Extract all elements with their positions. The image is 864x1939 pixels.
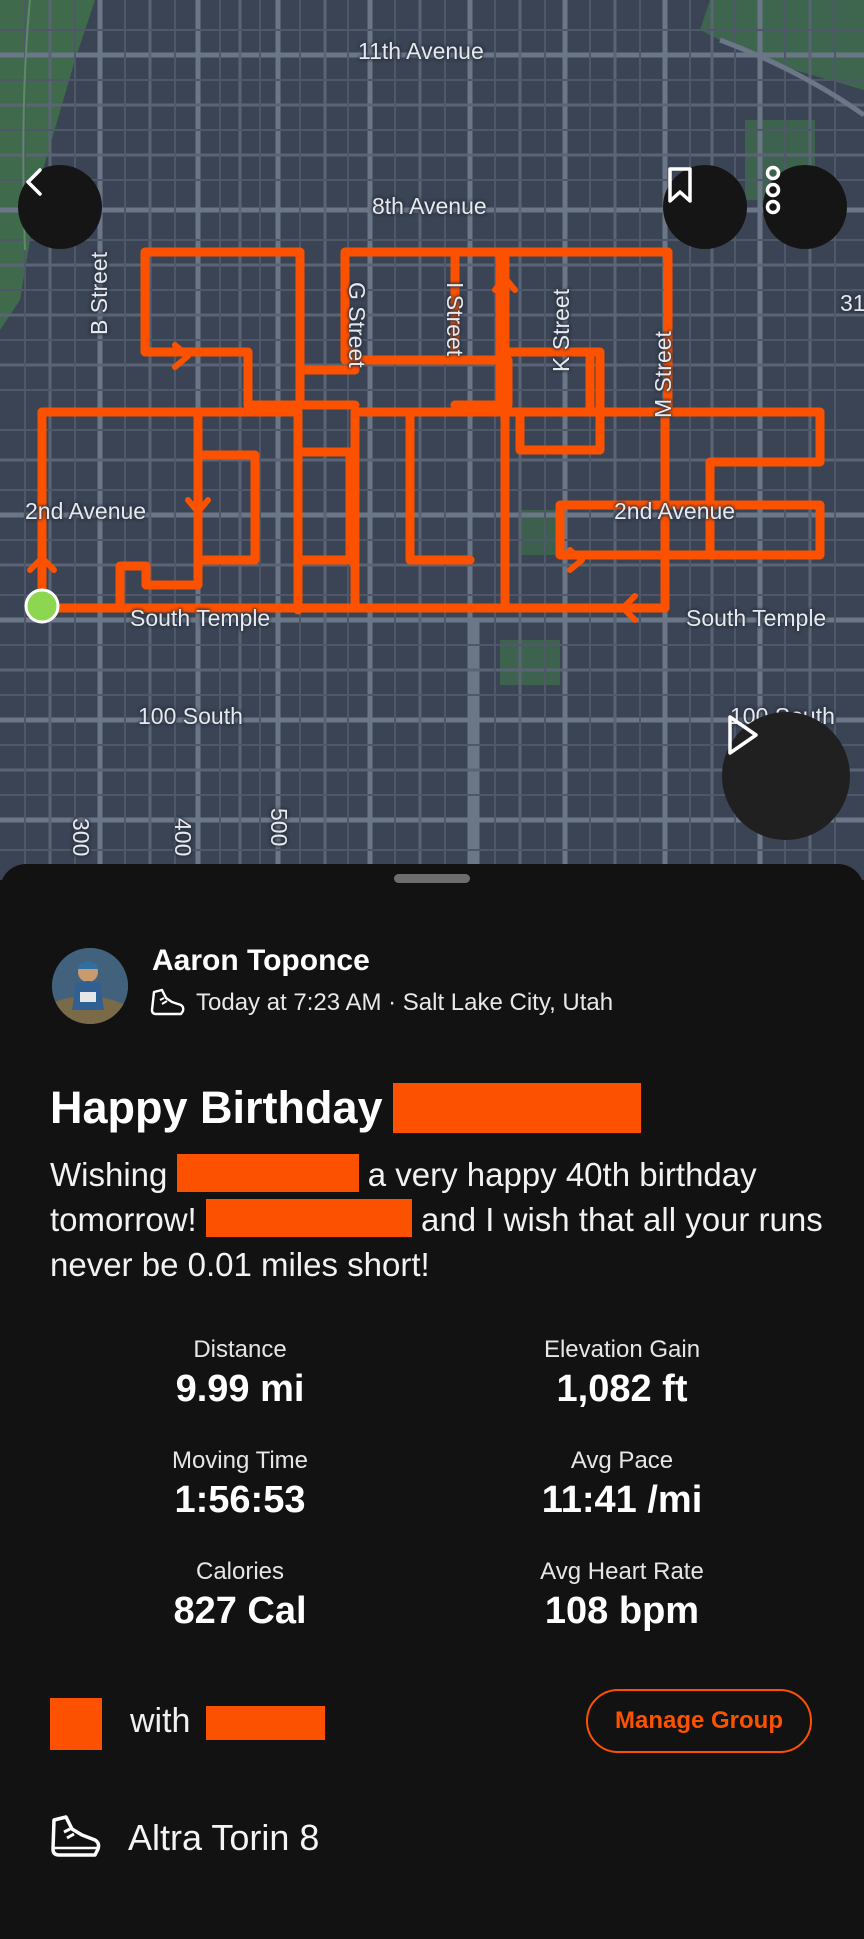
stat-moving-time: Moving Time 1:56:53 [40, 1447, 440, 1522]
stat-avg-pace: Avg Pace 11:41 /mi [422, 1447, 822, 1522]
activity-title: Happy Birthday [50, 1082, 383, 1133]
bookmark-icon [668, 167, 692, 203]
run-shoe-icon [150, 988, 185, 1016]
more-vertical-icon [765, 165, 781, 215]
stat-calories: Calories 827 Cal [40, 1558, 440, 1633]
route-map[interactable]: 11th Avenue 8th Avenue B Street G Street… [0, 0, 864, 880]
description-text: Wishing [50, 1156, 168, 1193]
athlete-name[interactable]: Aaron Toponce [152, 944, 370, 978]
street-label: 500 [266, 808, 292, 847]
street-label: M Street [650, 331, 676, 418]
flyover-play-button[interactable] [722, 712, 850, 840]
street-label: 2nd Avenue [614, 498, 736, 524]
street-label: 2nd Avenue [25, 498, 147, 524]
street-label: K Street [548, 288, 574, 372]
street-label: I Street [442, 282, 468, 357]
stat-value: 108 bpm [544, 1590, 700, 1632]
redacted-name [205, 1199, 412, 1237]
with-label: with [130, 1702, 191, 1740]
stat-elevation-gain: Elevation Gain 1,082 ft [422, 1336, 822, 1411]
street-label: 8th Avenue [372, 193, 487, 219]
street-label: B Street [86, 251, 112, 335]
street-label: 300 [68, 818, 94, 857]
redacted-name [176, 1154, 359, 1192]
park-area [700, 0, 864, 90]
stat-value: 1,082 ft [556, 1368, 688, 1410]
activity-title-row: Happy Birthday [50, 1082, 641, 1134]
park-area [500, 640, 560, 685]
stat-label: Avg Pace [570, 1447, 674, 1474]
play-icon [728, 715, 758, 755]
group-avatar-redacted[interactable] [50, 1698, 102, 1750]
athlete-photo [52, 948, 128, 1024]
stat-value: 11:41 /mi [541, 1479, 703, 1521]
activity-meta: Today at 7:23 AM · Salt Lake City, Utah [150, 988, 613, 1018]
back-button[interactable] [18, 165, 102, 249]
street-label: 400 [170, 818, 196, 857]
gear-row[interactable]: Altra Torin 8 [50, 1814, 319, 1862]
more-options-button[interactable] [763, 165, 847, 249]
sheet-grabber[interactable] [394, 874, 470, 883]
activity-description: Wishing a very happy 40th birthday tomor… [50, 1152, 830, 1287]
avatar[interactable] [52, 948, 128, 1024]
stat-distance: Distance 9.99 mi [40, 1336, 440, 1411]
street-label: 11th Avenue [358, 38, 484, 64]
shoe-icon [51, 1815, 101, 1857]
activity-sheet: Aaron Toponce Today at 7:23 AM · Salt La… [0, 864, 864, 1939]
activity-time-location: Today at 7:23 AM · Salt Lake City, Utah [196, 989, 614, 1016]
street-label: South Temple [130, 605, 271, 631]
stat-label: Elevation Gain [543, 1336, 701, 1363]
stat-label: Avg Heart Rate [540, 1558, 704, 1585]
street-label: 31 [840, 290, 864, 316]
stat-label: Calories [195, 1558, 285, 1585]
stat-value: 1:56:53 [174, 1479, 306, 1521]
redacted-name [206, 1706, 325, 1740]
redacted-name [392, 1083, 641, 1133]
start-marker [24, 588, 60, 624]
chevron-left-icon [26, 168, 42, 196]
gear-name: Altra Torin 8 [128, 1817, 320, 1858]
manage-group-button[interactable]: Manage Group [586, 1689, 812, 1753]
stat-value: 9.99 mi [175, 1368, 305, 1410]
stat-label: Moving Time [171, 1447, 309, 1474]
stat-value: 827 Cal [173, 1590, 307, 1632]
save-route-button[interactable] [663, 165, 747, 249]
street-label: G Street [344, 282, 370, 368]
street-label: 100 South [138, 703, 243, 729]
stat-avg-heart-rate: Avg Heart Rate 108 bpm [422, 1558, 822, 1633]
street-label: South Temple [686, 605, 827, 631]
stat-label: Distance [193, 1336, 287, 1363]
